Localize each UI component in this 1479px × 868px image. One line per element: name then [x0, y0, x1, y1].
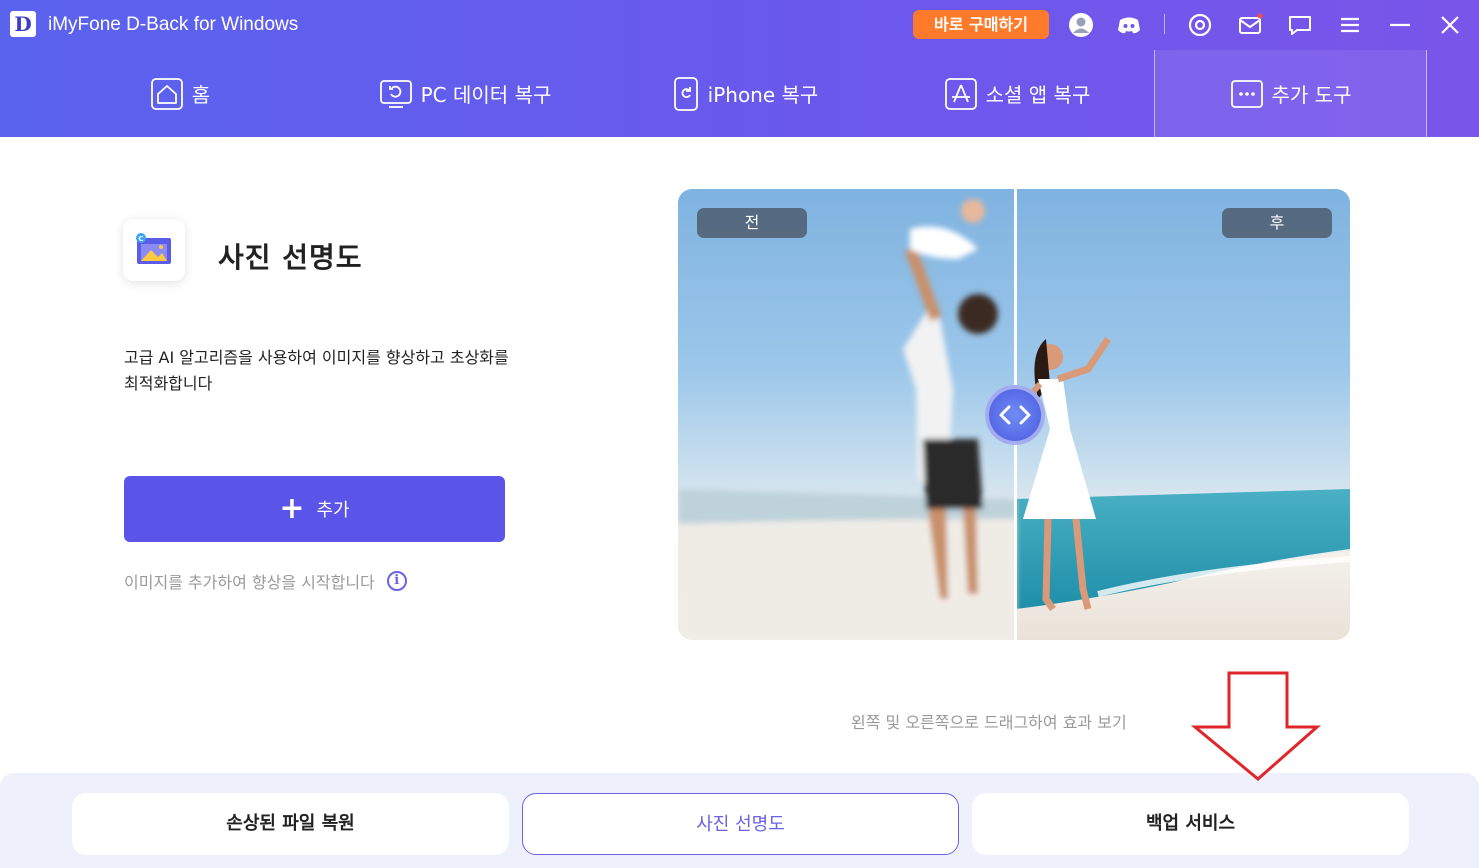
- social-app-icon: [944, 77, 977, 110]
- add-hint-text: 이미지를 추가하여 향상을 시작합니다: [124, 573, 375, 592]
- after-badge: 후: [1222, 208, 1332, 238]
- nav-tab-label: PC 데이터 복구: [420, 83, 552, 107]
- chat-icon[interactable]: [1287, 12, 1313, 38]
- nav-tab-pc-recovery[interactable]: PC 데이터 복구: [345, 50, 585, 137]
- red-arrow-annotation-icon: [1190, 671, 1321, 781]
- nav-tab-more-tools[interactable]: 추가 도구: [1154, 50, 1427, 137]
- app-title: iMyFone D-Back for Windows: [48, 14, 299, 35]
- user-icon[interactable]: [1068, 12, 1094, 38]
- svg-text:C: C: [138, 235, 143, 243]
- nav-tab-iphone-recovery[interactable]: iPhone 복구: [640, 50, 850, 137]
- left-right-arrows-icon: [999, 405, 1031, 425]
- compare-drag-handle[interactable]: [985, 385, 1045, 445]
- before-after-compare[interactable]: 전 후: [678, 189, 1350, 640]
- close-icon[interactable]: [1437, 12, 1463, 38]
- title-bar: D iMyFone D-Back for Windows 바로 구매하기: [0, 0, 1479, 50]
- feature-icon-tile: C: [123, 219, 185, 281]
- drag-hint: 왼쪽 및 오른쪽으로 드래그하여 효과 보기: [851, 713, 1127, 732]
- plus-icon: +: [279, 491, 305, 526]
- app-logo: D: [10, 11, 36, 37]
- add-image-button[interactable]: + 추가: [124, 476, 505, 542]
- photo-enhance-icon: C: [136, 233, 171, 264]
- menu-icon[interactable]: [1337, 12, 1363, 38]
- info-icon[interactable]: i: [386, 571, 407, 591]
- nav-tab-label: iPhone 복구: [707, 83, 819, 107]
- titlebar-separator: [1164, 14, 1165, 34]
- mail-icon[interactable]: [1237, 12, 1263, 38]
- discord-icon[interactable]: [1116, 12, 1142, 38]
- main-nav: 홈 PC 데이터 복구 iPhone 복구 소셜 앱 복구 추가 도구: [0, 50, 1479, 137]
- nav-tab-label: 소셜 앱 복구: [985, 83, 1091, 107]
- tool-tab-backup-service[interactable]: 백업 서비스: [972, 793, 1409, 855]
- nav-tab-social-app-recovery[interactable]: 소셜 앱 복구: [912, 50, 1122, 137]
- add-hint: 이미지를 추가하여 향상을 시작합니다 i: [124, 569, 407, 593]
- buy-now-button[interactable]: 바로 구매하기: [913, 10, 1049, 39]
- home-icon: [150, 77, 183, 110]
- add-button-label: 추가: [316, 500, 350, 521]
- settings-icon[interactable]: [1187, 12, 1213, 38]
- more-tools-icon: [1230, 79, 1263, 108]
- nav-tab-label: 추가 도구: [1271, 83, 1352, 107]
- app-header: D iMyFone D-Back for Windows 바로 구매하기 홈 P…: [0, 0, 1479, 137]
- feature-title: 사진 선명도: [218, 241, 363, 274]
- pc-recovery-icon: [379, 79, 412, 108]
- iphone-recovery-icon: [673, 76, 698, 111]
- tool-tab-repair-files[interactable]: 손상된 파일 복원: [72, 793, 509, 855]
- feature-description: 고급 AI 알고리즘을 사용하여 이미지를 향상하고 초상화를 최적화합니다: [124, 348, 509, 393]
- minimize-icon[interactable]: [1387, 12, 1413, 38]
- before-badge: 전: [697, 208, 807, 238]
- tool-tab-photo-enhance[interactable]: 사진 선명도: [522, 793, 959, 855]
- nav-tab-home[interactable]: 홈: [85, 50, 275, 137]
- nav-tab-label: 홈: [191, 83, 211, 107]
